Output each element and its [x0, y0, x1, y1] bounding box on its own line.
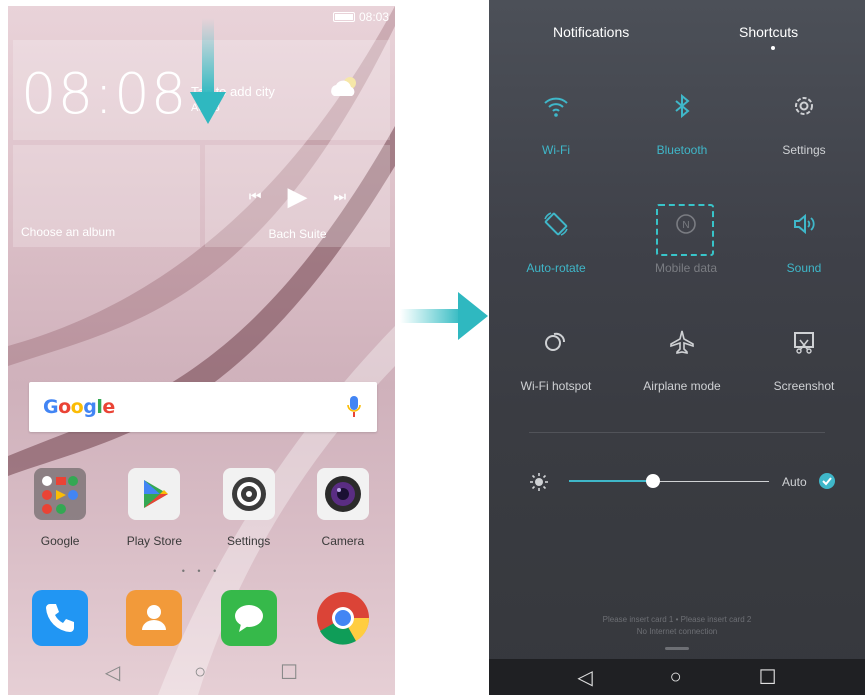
- shade-drag-handle[interactable]: [665, 647, 689, 650]
- toggle-label: Settings: [782, 143, 826, 157]
- contacts-icon[interactable]: [126, 590, 183, 646]
- swipe-down-arrow-icon: [190, 18, 226, 124]
- speaker-icon: [794, 213, 815, 235]
- phone-icon[interactable]: [32, 590, 89, 646]
- status-bar: 08:03: [332, 10, 389, 24]
- divider: [529, 432, 825, 433]
- messages-icon[interactable]: [220, 590, 277, 646]
- toggle-label: Wi-Fi: [542, 143, 570, 157]
- toggle-sound[interactable]: Sound: [741, 210, 865, 275]
- skip-next-icon[interactable]: ⏭: [334, 188, 347, 205]
- toggle-bluetooth[interactable]: Bluetooth: [619, 92, 745, 157]
- app-label: Settings: [226, 534, 271, 548]
- toggle-airplane-mode[interactable]: Airplane mode: [619, 328, 745, 393]
- mic-icon[interactable]: [347, 396, 361, 418]
- wifi-icon: [544, 97, 568, 117]
- battery-icon: [332, 12, 355, 22]
- tab-notifications[interactable]: Notifications: [553, 24, 629, 40]
- google-search-bar[interactable]: Google: [29, 382, 377, 432]
- brightness-icon: [530, 473, 548, 491]
- brightness-control: Auto: [489, 470, 865, 494]
- music-widget: Choose an album ⏮ ▶ ⏭ Bach Suite: [13, 145, 390, 247]
- bluetooth-icon: [675, 93, 690, 119]
- auto-brightness-label: Auto: [782, 475, 807, 489]
- toggle-label: Screenshot: [773, 379, 835, 393]
- status-time: 08:03: [358, 10, 389, 24]
- app-settings[interactable]: Settings: [209, 468, 289, 548]
- brightness-slider-thumb[interactable]: [646, 474, 660, 488]
- highlight-box: [656, 204, 714, 256]
- airplane-icon: [670, 330, 694, 354]
- toggle-label: Bluetooth: [656, 143, 708, 157]
- rotate-icon: [544, 212, 568, 236]
- toggle-label: Auto-rotate: [526, 261, 586, 275]
- notification-shade: Notifications Shortcuts Wi-Fi Bluetooth: [489, 0, 865, 695]
- toggle-screenshot[interactable]: Screenshot: [741, 328, 865, 393]
- skip-previous-icon[interactable]: ⏮: [249, 188, 262, 205]
- gear-icon: [795, 97, 813, 115]
- transition-arrow-icon: [400, 292, 488, 340]
- sim-status-line-2: No Internet connection: [636, 627, 718, 636]
- tab-shortcuts[interactable]: Shortcuts: [739, 24, 798, 40]
- player-controls: ⏮ ▶ ⏭: [205, 181, 390, 212]
- choose-album-card[interactable]: Choose an album: [13, 145, 200, 247]
- dock: [13, 590, 390, 646]
- google-logo: Google: [43, 396, 115, 418]
- toggle-wifi-hotspot[interactable]: Wi-Fi hotspot: [493, 328, 619, 393]
- play-icon[interactable]: ▶: [288, 181, 308, 212]
- settings-icon: [222, 468, 275, 520]
- google-folder-icon: [34, 468, 87, 520]
- home-screen: 08:03 08:08 Tap to add city Aug 3 Choose…: [8, 6, 395, 695]
- back-icon[interactable]: ◁: [105, 660, 120, 685]
- hotspot-icon: [545, 332, 565, 351]
- album-prompt: Choose an album: [21, 225, 116, 239]
- camera-icon: [316, 468, 369, 520]
- active-tab-indicator: [771, 46, 775, 50]
- recents-icon[interactable]: ☐: [280, 660, 298, 685]
- home-icon[interactable]: ○: [670, 666, 682, 689]
- partly-cloudy-icon: [331, 77, 356, 96]
- app-google-folder[interactable]: Google: [20, 468, 100, 548]
- auto-brightness-checkbox[interactable]: [819, 473, 835, 489]
- brightness-fill: [569, 480, 653, 482]
- player-card: ⏮ ▶ ⏭ Bach Suite: [205, 145, 390, 247]
- play-store-icon: [128, 468, 181, 520]
- app-row: Google Play Store Settings Camera: [13, 468, 390, 548]
- app-label: Play Store: [126, 534, 183, 548]
- toggle-auto-rotate[interactable]: Auto-rotate: [493, 210, 619, 275]
- home-icon[interactable]: ○: [194, 661, 206, 684]
- chrome-icon[interactable]: [315, 590, 371, 646]
- app-play-store[interactable]: Play Store: [114, 468, 194, 548]
- page-indicator: • • •: [181, 566, 222, 576]
- toggle-label: Mobile data: [654, 261, 718, 275]
- screenshot-icon: [794, 332, 814, 354]
- recents-icon[interactable]: ☐: [759, 665, 777, 690]
- clock-time: 08:08: [21, 62, 188, 127]
- toggle-label: Sound: [786, 261, 822, 275]
- app-label: Google: [40, 534, 80, 548]
- toggle-wifi[interactable]: Wi-Fi: [493, 92, 619, 157]
- back-icon[interactable]: ◁: [577, 665, 592, 690]
- sim-status-line-1: Please insert card 1 • Please insert car…: [602, 615, 752, 624]
- navigation-bar: ◁ ○ ☐: [8, 649, 395, 695]
- toggle-settings[interactable]: Settings: [741, 92, 865, 157]
- app-camera[interactable]: Camera: [303, 468, 383, 548]
- navigation-bar: ◁ ○ ☐: [489, 659, 865, 695]
- track-name: Bach Suite: [268, 227, 327, 241]
- toggle-label: Wi-Fi hotspot: [520, 379, 592, 393]
- app-label: Camera: [321, 534, 365, 548]
- sim-status: Please insert card 1 • Please insert car…: [489, 614, 865, 638]
- toggle-label: Airplane mode: [643, 379, 721, 393]
- shade-tabs: Notifications Shortcuts: [489, 24, 865, 54]
